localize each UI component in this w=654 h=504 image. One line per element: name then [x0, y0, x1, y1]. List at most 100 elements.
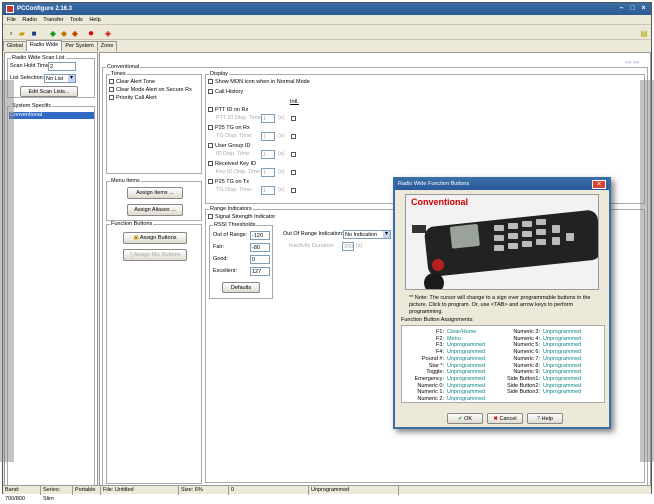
show-mon-checkbox[interactable]: Show MON icon when in Normal Mode — [208, 79, 310, 86]
oor-indication-select[interactable]: No Indication — [343, 230, 391, 239]
clear-mode-alert-checkbox[interactable]: Clear Mode Alert on Secure Rx — [109, 87, 192, 94]
assignments-label: Function Button Assignments: — [401, 317, 474, 323]
notes-icon[interactable]: ▤ — [639, 28, 649, 38]
assignment-value[interactable]: Unprogrammed — [543, 389, 581, 396]
menu-file[interactable]: File — [7, 17, 16, 23]
checkbox-box[interactable] — [208, 179, 213, 185]
checkbox-box[interactable] — [208, 89, 213, 95]
assign-buttons-label: Assign Buttons — [139, 235, 177, 241]
rssi-thresholds-group: RSSI Thresholds Out of Range: -120 Fair:… — [209, 222, 273, 299]
cancel-button[interactable]: ✖ Cancel — [487, 413, 523, 424]
tg-disp-time-label: TG Disp. Time: — [216, 133, 253, 139]
open-folder-icon[interactable]: ▰ — [17, 28, 27, 38]
fair-input[interactable]: -80 — [250, 243, 270, 252]
scan-list-group-label: Radio Wide Scan List — [11, 55, 66, 62]
ptt-disp-time-label: PTT ID Disp. Time: — [216, 115, 263, 121]
checkbox-box[interactable] — [109, 79, 114, 85]
priority-call-alert-checkbox[interactable]: Priority Call Alert — [109, 95, 157, 102]
show-mon-label: Show MON icon when in Normal Mode — [215, 79, 310, 85]
read-radio-icon[interactable]: ◆ — [48, 28, 58, 38]
checkbox-box[interactable] — [208, 161, 213, 167]
inactivity-duration-input[interactable]: 200 — [342, 242, 354, 251]
clear-alert-tone-checkbox[interactable]: Clear Alert Tone — [109, 79, 155, 86]
tab-radio-wide[interactable]: Radio Wide — [25, 40, 63, 51]
ptt-intl-checkbox[interactable] — [291, 116, 296, 121]
help-button[interactable]: ? Help — [527, 413, 563, 424]
list-selection-select[interactable]: No List — [44, 74, 76, 83]
received-key-id-checkbox[interactable]: Received Key ID — [208, 161, 256, 168]
id-intl-checkbox[interactable] — [291, 152, 296, 157]
save-icon[interactable]: ■ — [29, 28, 39, 38]
tab-zone[interactable]: Zone — [96, 41, 118, 51]
tab-global[interactable]: Global — [3, 41, 27, 51]
ptt-disp-time-input[interactable]: 1 — [261, 114, 275, 123]
tab-per-system[interactable]: Per System — [61, 41, 98, 51]
menu-tools[interactable]: Tools — [70, 17, 83, 23]
p25-tg-tx-label: P25 TG on Tx — [215, 179, 250, 185]
checkbox-box[interactable] — [208, 143, 213, 149]
assign-aliases-button[interactable]: Assign Aliases ... — [127, 204, 183, 216]
received-key-id-label: Received Key ID — [215, 161, 256, 167]
assignment-key: Side Button3: — [506, 389, 540, 396]
checkbox-box[interactable] — [208, 125, 213, 131]
checkbox-box[interactable] — [208, 214, 213, 220]
compare-icon[interactable]: ◈ — [103, 28, 113, 38]
defaults-button[interactable]: Defaults — [222, 282, 260, 293]
signal-strength-checkbox[interactable]: Signal Strength Indicator — [208, 214, 275, 221]
call-history-checkbox[interactable]: Call History — [208, 89, 243, 96]
ptt-id-rx-checkbox[interactable]: PTT ID on Rx — [208, 107, 248, 114]
write-radio-icon[interactable]: ◆ — [59, 28, 69, 38]
assign-items-button[interactable]: Assign Items ... — [127, 187, 183, 199]
scan-hold-input[interactable]: 2 — [48, 62, 76, 71]
assign-buttons-button[interactable]: ▣ Assign Buttons — [123, 232, 187, 244]
menu-items-group: Menu Items Assign Items ... Assign Alias… — [106, 178, 202, 221]
menu-radio[interactable]: Radio — [22, 17, 36, 23]
checkbox-box[interactable] — [109, 87, 114, 93]
assign-mic-buttons-button[interactable]: ▯ Assign Mic Buttons — [123, 249, 187, 261]
checkbox-box[interactable] — [208, 107, 213, 113]
menu-transfer[interactable]: Transfer — [43, 17, 63, 23]
list-selection-label: List Selection: — [10, 75, 45, 81]
status-field: 0 — [229, 486, 309, 495]
tab-bar: Global Radio Wide Per System Zone — [3, 40, 118, 51]
clone-radio-icon[interactable]: ◆ — [70, 28, 80, 38]
maximize-icon[interactable]: □ — [628, 5, 637, 13]
system-item-conventional[interactable]: Conventional — [9, 112, 94, 119]
tg-disp-time-input[interactable]: 1 — [261, 132, 275, 141]
excellent-input[interactable]: 127 — [250, 267, 270, 276]
id-disp-time-input[interactable]: 1 — [261, 150, 275, 159]
status-file: File: Untitled — [101, 486, 179, 495]
right-edge-overlay — [640, 80, 654, 462]
out-of-range-input[interactable]: -120 — [250, 231, 270, 240]
key-intl-checkbox[interactable] — [291, 170, 296, 175]
status-series: Series: Slim — [41, 486, 73, 502]
tones-group: Tones Clear Alert Tone Clear Mode Alert … — [106, 71, 202, 174]
edit-scan-lists-button[interactable]: Edit Scan Lists... — [20, 86, 78, 97]
minimize-icon[interactable]: – — [617, 5, 626, 13]
assignment-value[interactable]: Unprogrammed — [447, 396, 485, 403]
p25-tg-rx-checkbox[interactable]: P25 TG on Rx — [208, 125, 250, 132]
dialog-close-icon[interactable]: × — [592, 180, 606, 189]
checkbox-box[interactable] — [208, 79, 213, 85]
tg-tx-disp-time-input[interactable]: 1 — [261, 186, 275, 195]
good-input[interactable]: 0 — [250, 255, 270, 264]
call-history-label: Call History — [215, 89, 244, 95]
status-bar: Band: 700/800 Series: Slim Portable File… — [3, 485, 651, 502]
user-group-id-checkbox[interactable]: User Group ID — [208, 143, 250, 150]
inactivity-duration-label: Inactivity Duration: — [289, 243, 335, 249]
key-disp-time-input[interactable]: 1 — [261, 168, 275, 177]
record-icon[interactable]: ● — [86, 28, 96, 39]
close-icon[interactable]: × — [639, 5, 648, 13]
nav-arrows[interactable]: << >> — [625, 60, 639, 67]
p25-tg-tx-checkbox[interactable]: P25 TG on Tx — [208, 179, 249, 186]
menu-help[interactable]: Help — [89, 17, 100, 23]
tg-tx-intl-checkbox[interactable] — [291, 188, 296, 193]
checkbox-box[interactable] — [109, 95, 114, 101]
function-buttons-label: Function Buttons — [110, 221, 154, 228]
window-title: PCConfigure 2.16.3 — [17, 6, 73, 12]
new-file-icon[interactable]: ▫ — [6, 28, 16, 38]
ok-button[interactable]: ✔ OK — [447, 413, 483, 424]
tg-tx-disp-time-label: TG Disp. Time: — [216, 187, 253, 193]
tg-intl-checkbox[interactable] — [291, 134, 296, 139]
dialog-title: Radio Wide Function Buttons — [398, 181, 470, 187]
